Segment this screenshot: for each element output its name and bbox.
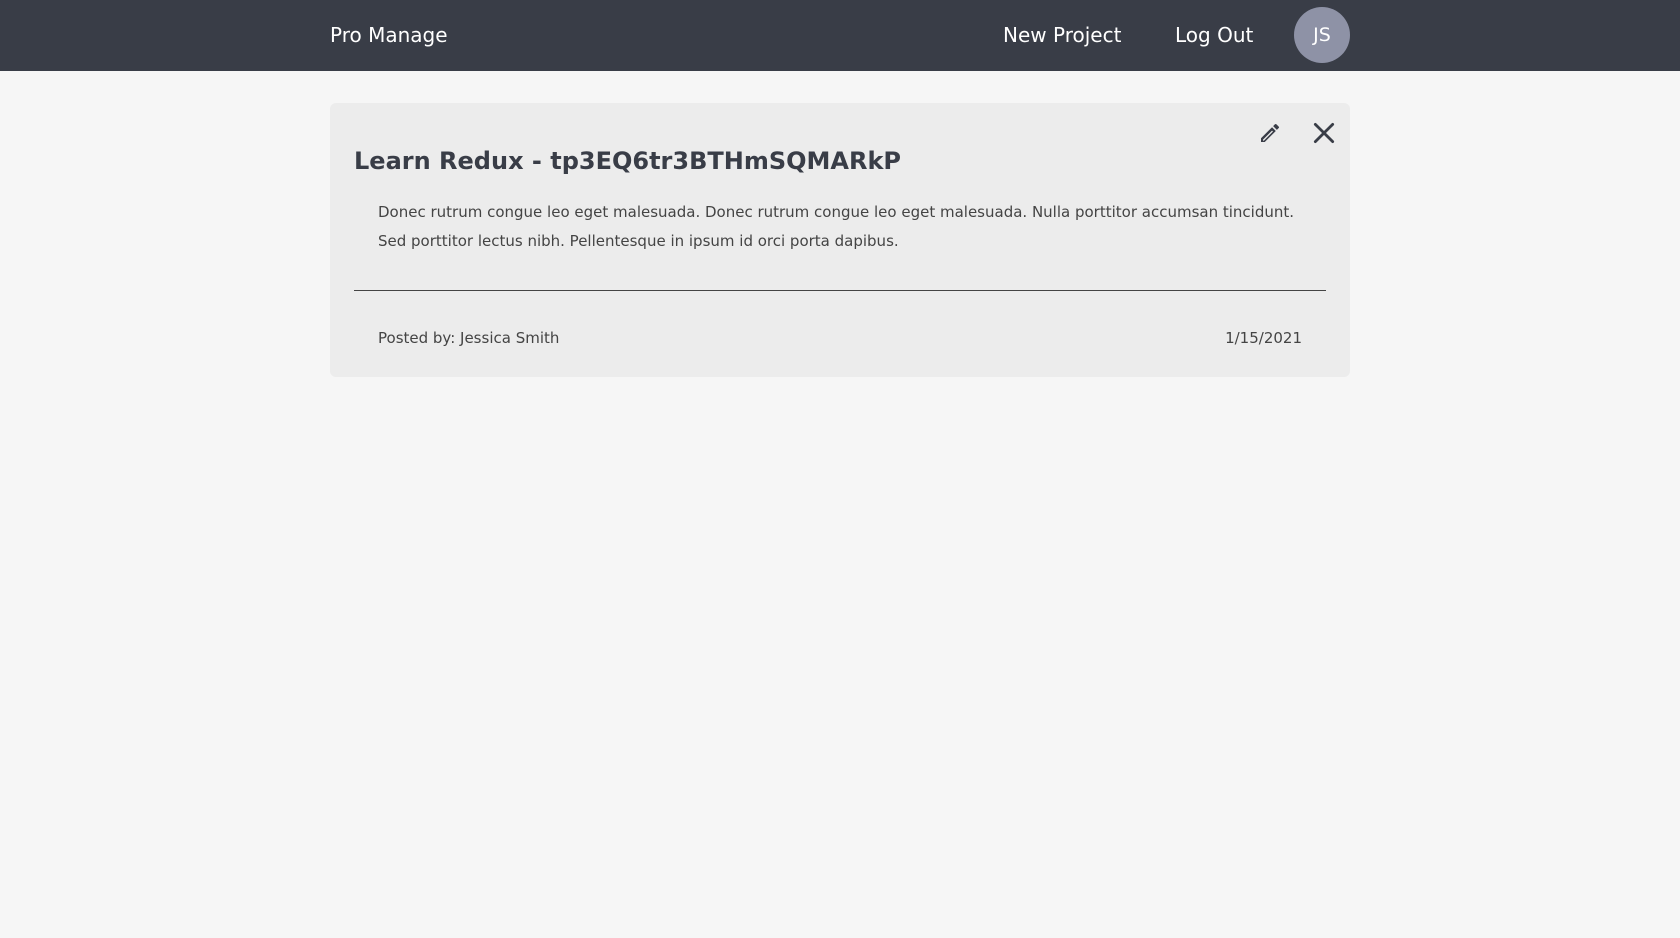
project-title: Learn Redux - tp3EQ6tr3BTHmSQMARkP bbox=[354, 147, 902, 175]
post-date: 1/15/2021 bbox=[1225, 329, 1302, 347]
pencil-icon bbox=[1261, 123, 1280, 142]
user-avatar[interactable]: JS bbox=[1294, 7, 1350, 63]
delete-project-button[interactable] bbox=[1307, 116, 1341, 150]
top-navbar: Pro Manage New Project Log Out JS bbox=[0, 0, 1680, 71]
card-divider bbox=[354, 290, 1326, 291]
close-icon bbox=[1313, 122, 1335, 144]
edit-project-button[interactable] bbox=[1253, 116, 1287, 150]
project-description: Donec rutrum congue leo eget malesuada. … bbox=[378, 203, 1295, 250]
posted-by-text: Posted by: Jessica Smith bbox=[378, 329, 560, 347]
new-project-link[interactable]: New Project bbox=[1003, 0, 1121, 71]
project-card: Learn Redux - tp3EQ6tr3BTHmSQMARkP Donec… bbox=[330, 103, 1350, 377]
log-out-link[interactable]: Log Out bbox=[1175, 0, 1253, 71]
brand-logo-link[interactable]: Pro Manage bbox=[330, 0, 448, 71]
